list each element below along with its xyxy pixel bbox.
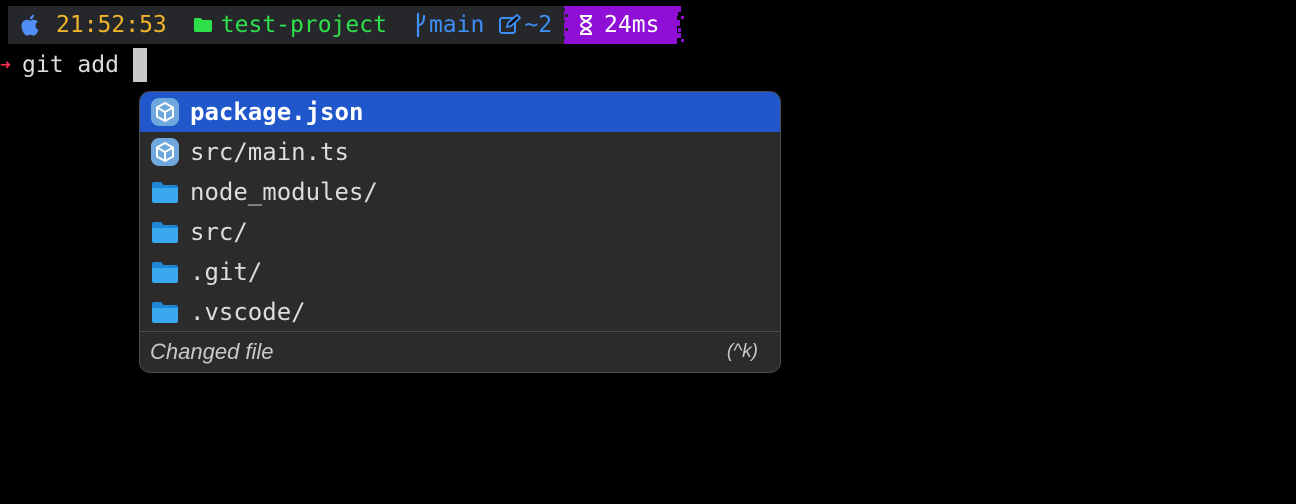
completion-item-label: node_modules/ [190, 178, 378, 206]
completion-item[interactable]: .vscode/ [140, 292, 780, 332]
completion-item[interactable]: package.json [140, 92, 780, 132]
completion-menu: package.json src/main.ts node_modules/src/… [139, 91, 781, 373]
command-duration: 24ms [604, 12, 660, 38]
text-cursor [132, 48, 147, 82]
folder-icon [150, 257, 180, 287]
command-text[interactable]: git add [22, 52, 119, 78]
package-icon [150, 137, 180, 167]
completion-item-label: src/main.ts [190, 138, 349, 166]
folder-icon [150, 177, 180, 207]
command-line[interactable]: ➜ git add [0, 46, 147, 84]
hourglass-icon [578, 14, 594, 36]
pixel-edge-left [562, 8, 569, 39]
keyboard-shortcut-hint[interactable]: (^k) [727, 341, 758, 363]
completion-item[interactable]: .git/ [140, 252, 780, 292]
prompt-info-segment: 21:52:53 test-project main ~2 [8, 6, 565, 44]
project-name: test-project [220, 12, 387, 38]
completion-item-label: .git/ [190, 258, 263, 286]
completion-item[interactable]: node_modules/ [140, 172, 780, 212]
completion-item-label: .vscode/ [190, 298, 306, 326]
git-changes-count: ~2 [524, 12, 553, 38]
prompt-arrow-icon: ➜ [0, 54, 11, 76]
edit-icon [498, 14, 522, 36]
clock-time: 21:52:53 [56, 12, 167, 38]
folder-icon [193, 17, 213, 33]
duration-segment: 24ms [562, 6, 685, 44]
git-branch-icon [415, 12, 427, 38]
completion-item-label: src/ [190, 218, 248, 246]
completion-item[interactable]: src/main.ts [140, 132, 780, 172]
package-icon [150, 97, 180, 127]
folder-icon [150, 217, 180, 247]
folder-icon [150, 297, 180, 327]
pixel-edge-right [675, 6, 685, 42]
prompt-status-bar: 21:52:53 test-project main ~2 24ms [8, 6, 685, 44]
completion-footer: Changed file (^k) [140, 332, 780, 372]
completion-category-label: Changed file [150, 339, 274, 364]
completion-item-label: package.json [190, 98, 364, 126]
apple-logo-icon [20, 13, 42, 37]
completion-item[interactable]: src/ [140, 212, 780, 252]
git-branch-name: main [428, 12, 485, 38]
